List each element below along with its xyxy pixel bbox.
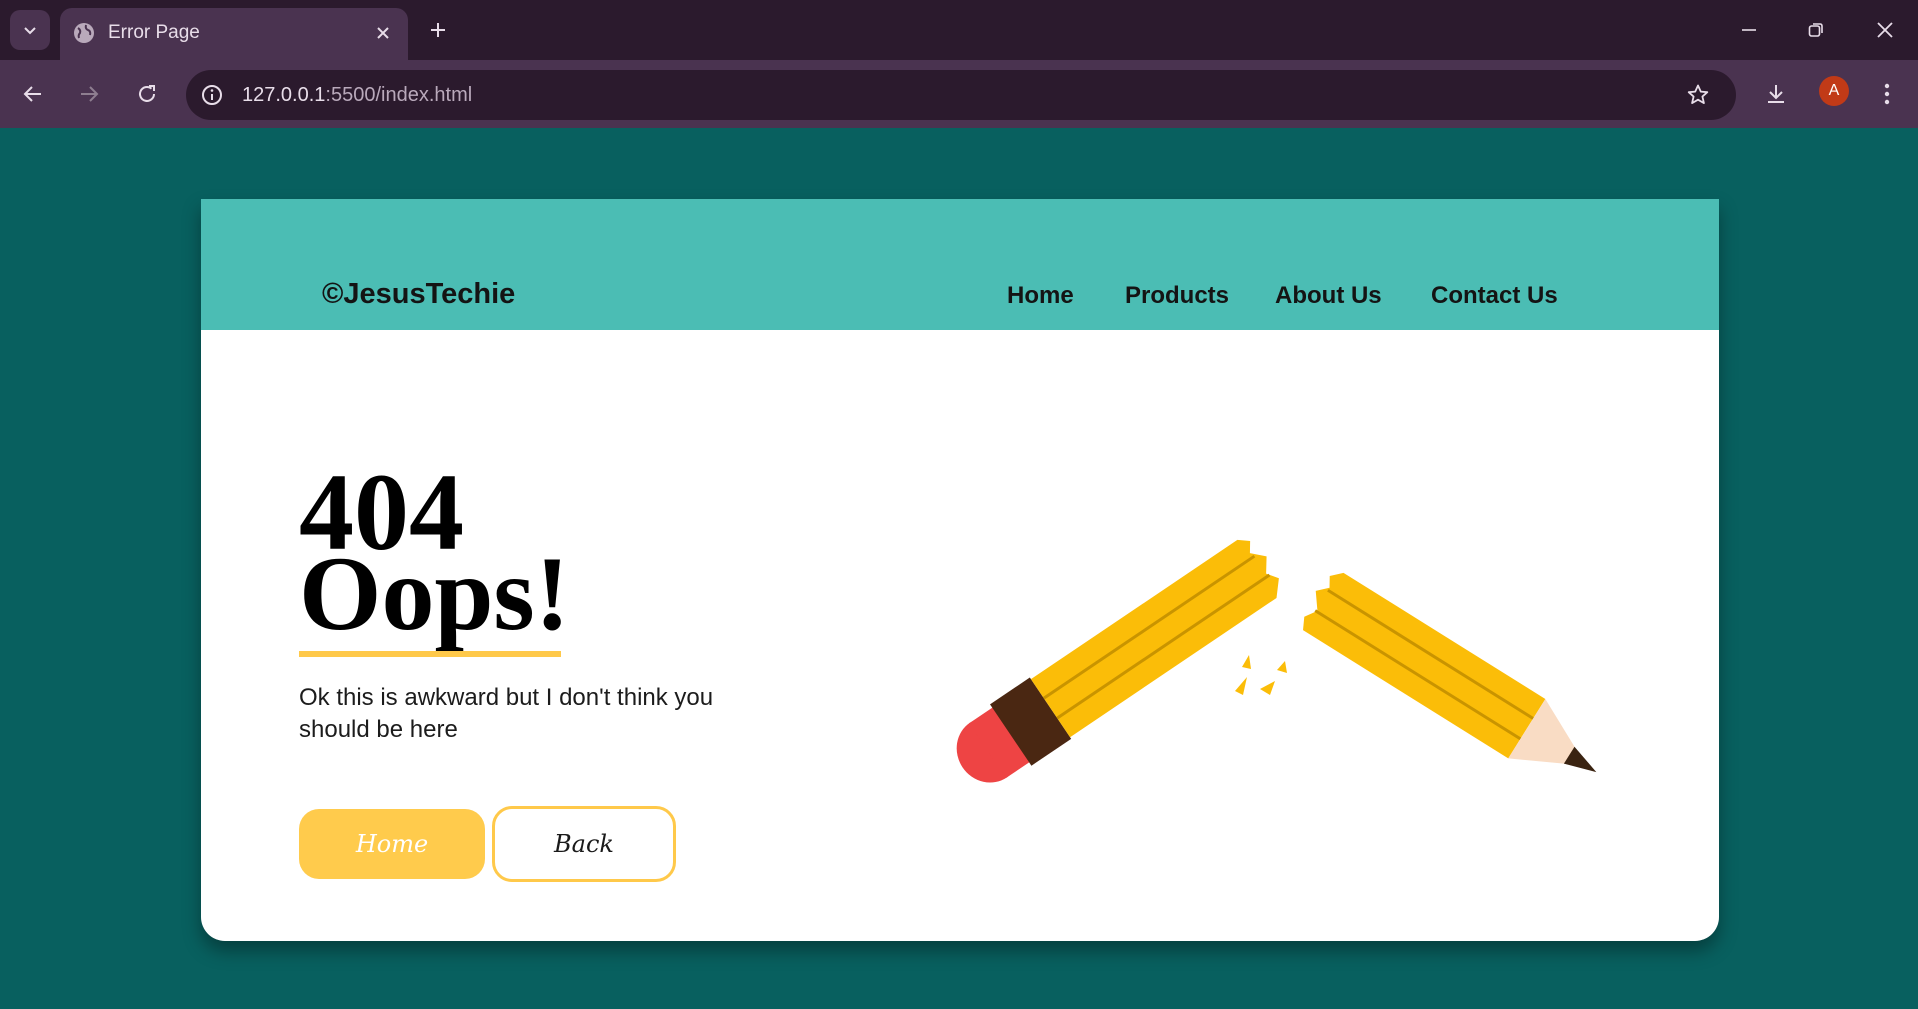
url-host: 127.0.0.1 xyxy=(242,84,326,106)
arrow-left-icon xyxy=(23,86,41,102)
headline-underline xyxy=(299,651,561,657)
forward-nav-button[interactable] xyxy=(69,74,109,114)
home-button[interactable]: Home xyxy=(299,809,485,879)
close-icon xyxy=(377,27,389,39)
reload-icon xyxy=(139,85,155,102)
address-bar[interactable]: 127.0.0.1:5500/index.html xyxy=(186,70,1736,120)
arrow-right-icon xyxy=(81,86,99,102)
error-headline: Oops! xyxy=(299,535,570,652)
site-header: ©JesusTechie Home Products About Us Cont… xyxy=(201,199,1719,330)
brand-logo[interactable]: ©JesusTechie xyxy=(322,279,515,309)
restore-icon xyxy=(1808,23,1823,37)
reload-button[interactable] xyxy=(127,74,167,114)
browser-titlebar: Error Page xyxy=(0,0,1918,60)
url-path: :5500/index.html xyxy=(325,84,473,106)
broken-pencil-illustration xyxy=(956,539,1597,783)
downloads-button[interactable] xyxy=(1756,74,1796,114)
pencil-right-half-icon xyxy=(1303,572,1597,773)
star-icon xyxy=(1687,84,1709,104)
pencil-splinters-icon xyxy=(1235,655,1287,695)
tab-search-button[interactable] xyxy=(10,10,50,50)
back-nav-button[interactable] xyxy=(13,74,53,114)
profile-avatar[interactable]: A xyxy=(1819,76,1849,106)
restore-button[interactable] xyxy=(1791,10,1841,50)
bookmark-button[interactable] xyxy=(1682,79,1714,111)
plus-icon xyxy=(431,23,445,37)
tab-title: Error Page xyxy=(108,22,200,43)
download-icon xyxy=(1768,85,1784,103)
browser-menu-button[interactable] xyxy=(1867,74,1907,114)
minimize-icon xyxy=(1742,29,1756,31)
tab-close-button[interactable] xyxy=(370,20,396,46)
nav-link-about-us[interactable]: About Us xyxy=(1275,282,1382,310)
kebab-menu-icon xyxy=(1884,83,1890,105)
url-text: 127.0.0.1:5500/index.html xyxy=(242,83,472,107)
site-info-button[interactable] xyxy=(196,79,228,111)
new-tab-button[interactable] xyxy=(422,14,454,46)
nav-link-home[interactable]: Home xyxy=(1007,282,1074,310)
browser-tab[interactable]: Error Page xyxy=(60,8,408,60)
chevron-down-icon xyxy=(24,27,36,35)
nav-link-products[interactable]: Products xyxy=(1125,282,1229,310)
browser-toolbar: 127.0.0.1:5500/index.html A xyxy=(0,60,1918,128)
nav-link-contact-us[interactable]: Contact Us xyxy=(1431,282,1558,310)
back-button[interactable]: Back xyxy=(492,806,676,882)
info-icon xyxy=(202,85,222,105)
minimize-button[interactable] xyxy=(1724,10,1774,50)
pencil-left-half-icon xyxy=(956,539,1279,783)
error-message: Ok this is awkward but I don't think you… xyxy=(299,684,714,743)
close-icon xyxy=(1877,22,1893,38)
close-window-button[interactable] xyxy=(1860,10,1910,50)
error-card: ©JesusTechie Home Products About Us Cont… xyxy=(201,199,1719,941)
globe-icon xyxy=(74,23,94,43)
